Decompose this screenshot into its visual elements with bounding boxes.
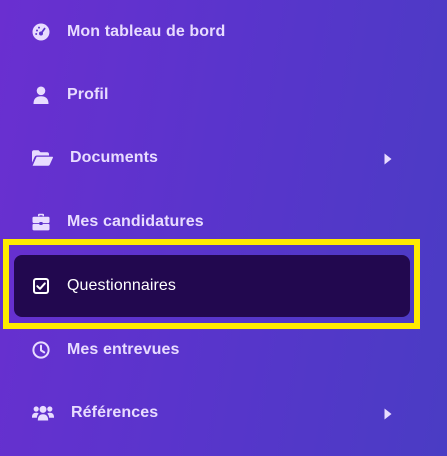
chevron-right-icon xyxy=(384,407,392,420)
chevron-right-icon xyxy=(384,152,392,165)
briefcase-icon xyxy=(32,213,50,231)
sidebar-item-mes-candidatures[interactable]: Mes candidatures xyxy=(14,191,410,253)
sidebar-item-questionnaires[interactable]: Questionnaires xyxy=(14,255,410,317)
sidebar-item-profil[interactable]: Profil xyxy=(14,64,410,126)
clock-icon xyxy=(32,341,50,359)
sidebar-item-label: Profil xyxy=(67,86,109,103)
sidebar-item-mes-entrevues[interactable]: Mes entrevues xyxy=(14,319,410,381)
sidebar-item-label: Références xyxy=(71,404,159,421)
dashboard-icon xyxy=(32,23,50,41)
user-icon xyxy=(32,86,50,104)
sidebar-nav: Mon tableau de bord Profil Documents Mes… xyxy=(0,0,447,456)
sidebar-item-label: Questionnaires xyxy=(67,277,177,294)
sidebar-item-label: Mes candidatures xyxy=(67,213,204,230)
sidebar-item-mon-tableau-de-bord[interactable]: Mon tableau de bord xyxy=(14,1,410,63)
users-icon xyxy=(32,404,54,422)
folder-open-icon xyxy=(32,149,53,167)
sidebar-item-references[interactable]: Références xyxy=(14,382,410,444)
checkbox-icon xyxy=(32,277,50,295)
sidebar-item-label: Documents xyxy=(70,149,159,166)
sidebar-item-documents[interactable]: Documents xyxy=(14,127,410,189)
sidebar-item-label: Mes entrevues xyxy=(67,341,180,358)
sidebar-item-label: Mon tableau de bord xyxy=(67,23,226,40)
